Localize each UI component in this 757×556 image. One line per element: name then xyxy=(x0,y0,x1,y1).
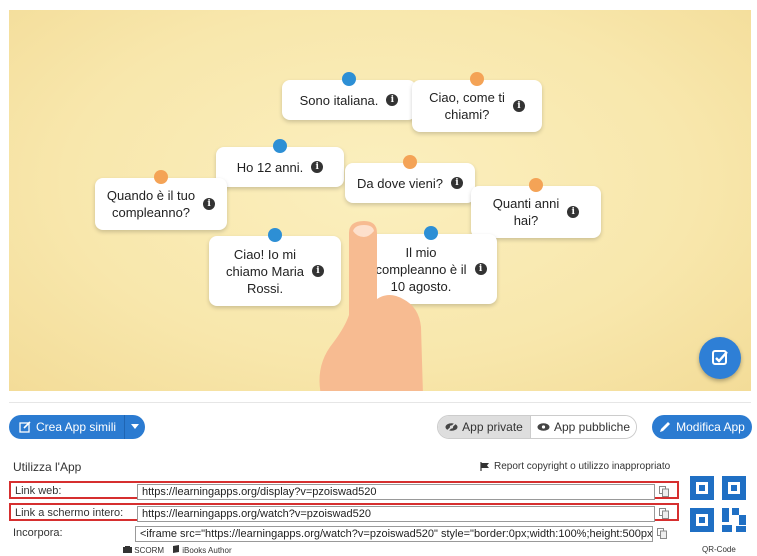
divider xyxy=(9,402,751,403)
card-text: Ho 12 anni. xyxy=(236,159,304,175)
eye-slash-icon xyxy=(445,422,458,432)
ibooks-link[interactable]: iBooks Author xyxy=(172,545,232,555)
card-text: Sono italiana. xyxy=(299,92,379,108)
card-text: Ciao! Io mi chiamo Maria Rossi. xyxy=(225,246,305,296)
qr-code-icon[interactable] xyxy=(690,476,746,542)
card[interactable]: Ho 12 anni. i xyxy=(216,139,344,187)
crea-app-simili-button[interactable]: Crea App simili xyxy=(9,415,145,439)
flag-icon xyxy=(480,462,489,471)
card[interactable]: Sono italiana. i xyxy=(282,72,416,120)
app-pubbliche-label: App pubbliche xyxy=(553,420,631,434)
card-text: Ciao, come ti chiami? xyxy=(429,90,505,122)
report-label: Report copyright o utilizzo inappropriat… xyxy=(494,461,671,472)
pin xyxy=(403,155,417,169)
ibooks-icon xyxy=(173,545,180,553)
pin xyxy=(268,228,282,242)
copy-icon[interactable] xyxy=(657,528,667,539)
row-label: Link a schermo intero: xyxy=(15,507,124,519)
check-icon xyxy=(712,350,728,365)
pin xyxy=(273,139,287,153)
app-pubbliche-option[interactable]: App pubbliche xyxy=(530,416,636,438)
card-text: Quando è il tuo compleanno? xyxy=(106,188,196,220)
row-label: Link web: xyxy=(15,485,62,497)
visibility-toggle: App private App pubbliche xyxy=(437,415,637,439)
crea-label: Crea App simili xyxy=(36,420,117,434)
ibooks-label: iBooks Author xyxy=(182,546,232,555)
crea-main[interactable]: Crea App simili xyxy=(9,420,124,434)
link-web-field[interactable]: https://learningapps.org/display?v=pzois… xyxy=(137,484,655,500)
modifica-app-button[interactable]: Modifica App xyxy=(652,415,752,439)
pin xyxy=(342,72,356,86)
report-link[interactable]: Report copyright o utilizzo inappropriat… xyxy=(480,461,670,472)
info-icon[interactable]: i xyxy=(567,206,580,218)
card[interactable]: Ciao, come ti chiami? i xyxy=(412,72,542,132)
row-label: Incorpora: xyxy=(13,527,63,539)
check-button[interactable] xyxy=(699,337,741,379)
info-icon[interactable]: i xyxy=(203,198,216,210)
modifica-label: Modifica App xyxy=(676,420,745,434)
scorm-icon xyxy=(123,545,132,553)
link-web-row: Link web: https://learningapps.org/displ… xyxy=(9,481,679,500)
card-text: Quanti anni hai? xyxy=(492,196,560,228)
qr-code-label: QR-Code xyxy=(702,545,736,554)
card[interactable]: Quando è il tuo compleanno? i xyxy=(95,170,227,230)
export-links: SCORM iBooks Author xyxy=(123,545,232,555)
crea-dropdown-toggle[interactable] xyxy=(125,424,145,430)
scorm-label: SCORM xyxy=(134,545,165,555)
link-schermo-intero-row: Link a schermo intero: https://learninga… xyxy=(9,503,679,522)
app-board: Sono italiana. i Ciao, come ti chiami? i… xyxy=(9,10,751,391)
section-title: Utilizza l'App xyxy=(13,460,82,474)
pencil-icon xyxy=(660,422,671,432)
edit-icon xyxy=(19,421,31,433)
app-private-label: App private xyxy=(462,420,523,434)
info-icon[interactable]: i xyxy=(451,177,463,189)
caret-down-icon xyxy=(131,424,139,429)
pin xyxy=(154,170,168,184)
info-icon[interactable]: i xyxy=(512,100,525,112)
info-icon[interactable]: i xyxy=(386,94,399,106)
card[interactable]: Da dove vieni? i xyxy=(345,155,475,203)
info-icon[interactable]: i xyxy=(474,263,487,275)
embed-code-field[interactable]: <iframe src="https://learningapps.org/wa… xyxy=(135,526,653,542)
eye-icon xyxy=(537,423,550,431)
scorm-link[interactable]: SCORM xyxy=(123,545,165,555)
card-text: Da dove vieni? xyxy=(357,175,443,191)
copy-icon[interactable] xyxy=(659,508,669,519)
pin xyxy=(470,72,484,86)
hand-pointer-icon xyxy=(319,221,423,391)
info-icon[interactable]: i xyxy=(311,161,324,173)
card[interactable]: Quanti anni hai? i xyxy=(471,178,601,238)
copy-icon[interactable] xyxy=(659,486,669,497)
app-private-option[interactable]: App private xyxy=(438,416,530,438)
incorpora-row: Incorpora: <iframe src="https://learning… xyxy=(9,525,679,543)
pin xyxy=(529,178,543,192)
link-fullscreen-field[interactable]: https://learningapps.org/watch?v=pzoiswa… xyxy=(137,506,655,522)
